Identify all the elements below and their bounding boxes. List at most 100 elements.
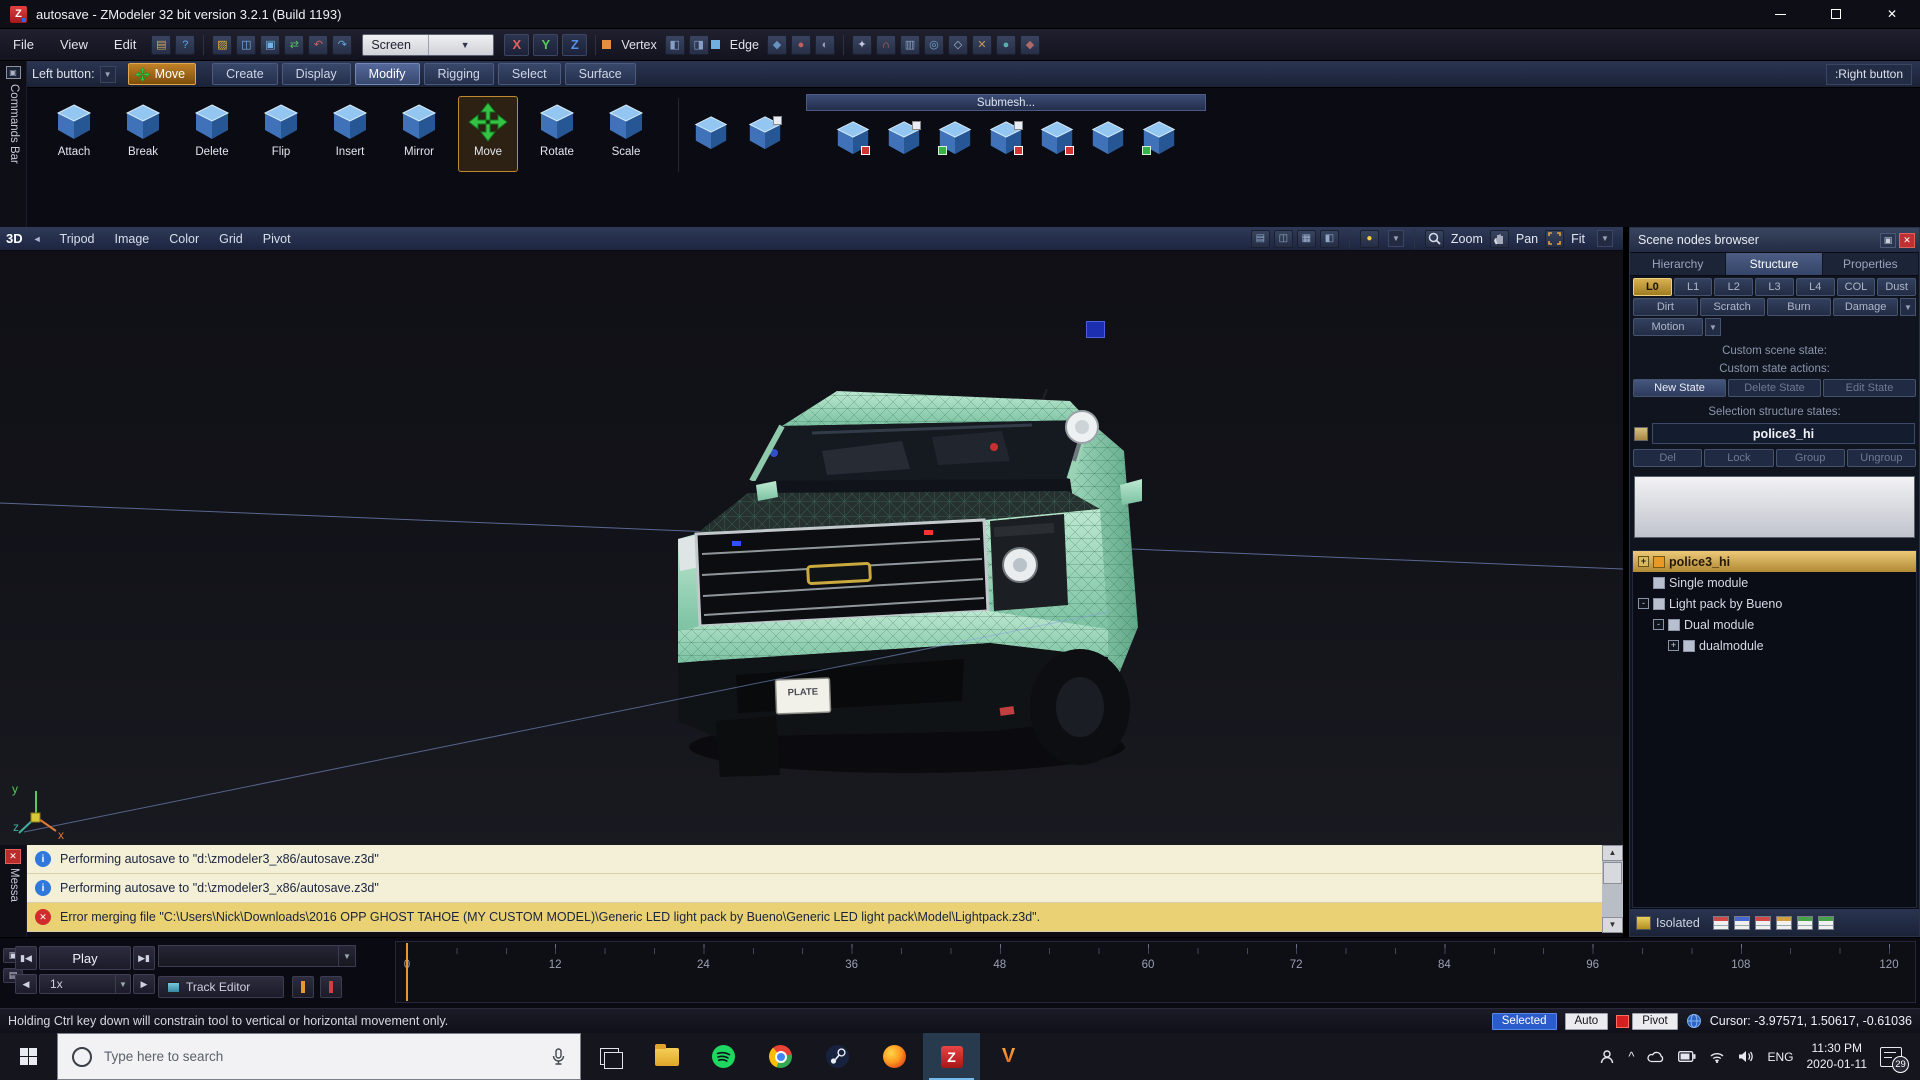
axis-button[interactable]: X bbox=[504, 34, 529, 56]
go-to-start-button[interactable]: ▮◀ bbox=[15, 946, 37, 970]
zoom-label[interactable]: Zoom bbox=[1451, 232, 1483, 246]
viewport-menu-item[interactable]: Color bbox=[169, 232, 199, 246]
toolbar-icon[interactable]: ● bbox=[791, 35, 811, 55]
tool-button[interactable]: Insert bbox=[320, 96, 380, 172]
battery-icon[interactable] bbox=[1678, 1051, 1696, 1062]
expander-icon[interactable]: + bbox=[1668, 640, 1679, 651]
pan-hand-icon[interactable] bbox=[1490, 230, 1509, 248]
toolbar-icon[interactable]: ◫ bbox=[236, 35, 256, 55]
layer-button[interactable]: Dust bbox=[1877, 278, 1916, 296]
tool-button[interactable]: Rotate bbox=[527, 96, 587, 172]
timeline-cursor[interactable] bbox=[406, 943, 408, 1001]
scroll-thumb[interactable] bbox=[1603, 862, 1622, 884]
state-action-button[interactable]: Delete State bbox=[1728, 379, 1821, 397]
viewport-menu-item[interactable]: Grid bbox=[219, 232, 243, 246]
axis-button[interactable]: Y bbox=[533, 34, 558, 56]
state-button[interactable]: Dirt bbox=[1633, 298, 1698, 316]
layer-button[interactable]: COL bbox=[1837, 278, 1876, 296]
submesh-tool-icon[interactable] bbox=[1089, 119, 1127, 157]
selection-button[interactable]: Del bbox=[1633, 449, 1702, 467]
speed-select[interactable]: 1x▼ bbox=[39, 974, 131, 994]
taskbar-icon-firefox[interactable] bbox=[866, 1033, 923, 1080]
minimize-button[interactable] bbox=[1752, 0, 1808, 28]
expander-icon[interactable]: + bbox=[1638, 556, 1649, 567]
viewport-menu-item[interactable]: Pivot bbox=[263, 232, 291, 246]
scroll-up-icon[interactable]: ▲ bbox=[1602, 845, 1623, 861]
mirror-view-icon[interactable]: ◧ bbox=[1320, 230, 1339, 248]
scroll-down-icon[interactable]: ▼ bbox=[1602, 917, 1623, 933]
layer-table-icon[interactable] bbox=[1734, 916, 1750, 930]
tool-button[interactable]: Break bbox=[113, 96, 173, 172]
node-icon[interactable] bbox=[1653, 556, 1665, 568]
node-icon[interactable] bbox=[1668, 619, 1680, 631]
toolbar-icon[interactable]: ▤ bbox=[151, 35, 171, 55]
animation-select[interactable]: ▼ bbox=[158, 945, 356, 967]
log-message[interactable]: Performing autosave to "d:\zmodeler3_x86… bbox=[27, 845, 1602, 874]
tool-button[interactable]: Attach bbox=[44, 96, 104, 172]
toolbar-icon[interactable]: ◨ bbox=[689, 35, 709, 55]
toolbar-icon[interactable]: ◧ bbox=[665, 35, 685, 55]
selection-button[interactable]: Lock bbox=[1704, 449, 1773, 467]
toolbar-icon[interactable]: ▥ bbox=[900, 35, 920, 55]
selected-mode-badge[interactable]: Selected bbox=[1492, 1013, 1557, 1030]
zoom-icon[interactable] bbox=[1425, 230, 1444, 248]
marker-button[interactable] bbox=[292, 976, 314, 998]
toolbar-icon[interactable]: ◐ bbox=[815, 35, 835, 55]
state-list-box[interactable] bbox=[1634, 476, 1915, 538]
taskbar-icon-vortex[interactable]: V bbox=[980, 1033, 1037, 1080]
timeline-ruler[interactable]: 01224364860728496108120 bbox=[395, 941, 1916, 1003]
menu-item[interactable]: Edit bbox=[101, 29, 149, 60]
lightbulb-icon[interactable]: ● bbox=[1360, 230, 1379, 248]
toolbar-icon[interactable]: ◎ bbox=[924, 35, 944, 55]
ribbon-tab[interactable]: Select bbox=[498, 63, 561, 85]
active-tool-button[interactable]: Move bbox=[128, 63, 197, 85]
collapse-icon[interactable]: ◄ bbox=[33, 234, 42, 244]
paint-select-icon[interactable]: ▤ bbox=[1251, 230, 1270, 248]
maximize-button[interactable] bbox=[1808, 0, 1864, 28]
motion-button[interactable]: Motion bbox=[1633, 318, 1703, 336]
submesh-tool-icon[interactable] bbox=[885, 119, 923, 157]
tool-button[interactable]: Delete bbox=[182, 96, 242, 172]
toolbar-icon[interactable]: ◇ bbox=[948, 35, 968, 55]
scene-panel-tab[interactable]: Structure bbox=[1726, 253, 1822, 275]
expander-icon[interactable]: - bbox=[1638, 598, 1649, 609]
chevron-down-icon[interactable]: ▼ bbox=[100, 66, 116, 83]
language-indicator[interactable]: ENG bbox=[1767, 1050, 1793, 1064]
toolbar-icon[interactable]: ✕ bbox=[972, 35, 992, 55]
go-to-end-button[interactable]: ▶▮ bbox=[133, 946, 155, 970]
state-action-button[interactable]: New State bbox=[1633, 379, 1726, 397]
scrollbar[interactable]: ▲ ▼ bbox=[1602, 845, 1623, 933]
chevron-down-icon[interactable]: ▼ bbox=[1388, 230, 1404, 247]
state-button[interactable]: Damage bbox=[1833, 298, 1898, 316]
toolbar-icon[interactable]: ◆ bbox=[767, 35, 787, 55]
taskbar-clock[interactable]: 11:30 PM 2020-01-11 bbox=[1807, 1041, 1868, 1072]
toolbar-icon[interactable]: ● bbox=[996, 35, 1016, 55]
taskbar-icon-spotify[interactable] bbox=[695, 1033, 752, 1080]
submesh-tool-icon[interactable] bbox=[834, 119, 872, 157]
taskbar-icon-chrome[interactable] bbox=[752, 1033, 809, 1080]
tool-button[interactable]: Mirror bbox=[389, 96, 449, 172]
toolbar-icon[interactable]: ▣ bbox=[260, 35, 280, 55]
ribbon-tab[interactable]: Rigging bbox=[424, 63, 494, 85]
fit-label[interactable]: Fit bbox=[1571, 232, 1585, 246]
pan-label[interactable]: Pan bbox=[1516, 232, 1538, 246]
screen-mode-dropdown[interactable]: Screen▼ bbox=[362, 34, 494, 56]
toolbar-icon[interactable]: ◆ bbox=[1020, 35, 1040, 55]
viewport-menu-item[interactable]: Image bbox=[115, 232, 150, 246]
globe-icon[interactable] bbox=[1686, 1013, 1702, 1029]
vertex-mode-label[interactable]: Vertex bbox=[621, 38, 656, 52]
toolbar-icon[interactable]: ∩ bbox=[876, 35, 896, 55]
view-mode-label[interactable]: 3D bbox=[6, 231, 23, 246]
toolbar-icon[interactable]: ✦ bbox=[852, 35, 872, 55]
onedrive-cloud-icon[interactable] bbox=[1647, 1050, 1665, 1063]
search-input[interactable] bbox=[104, 1049, 551, 1064]
people-icon[interactable] bbox=[1599, 1049, 1615, 1065]
submesh-tool-icon[interactable] bbox=[1038, 119, 1076, 157]
fit-icon[interactable] bbox=[1545, 230, 1564, 248]
start-button[interactable] bbox=[0, 1033, 57, 1080]
play-button[interactable]: Play bbox=[39, 946, 131, 970]
scene-panel-tab[interactable]: Properties bbox=[1823, 253, 1919, 275]
taskbar-icon-steam[interactable] bbox=[809, 1033, 866, 1080]
brush-icon[interactable] bbox=[746, 114, 784, 152]
uv-grid-icon[interactable]: ▦ bbox=[1297, 230, 1316, 248]
